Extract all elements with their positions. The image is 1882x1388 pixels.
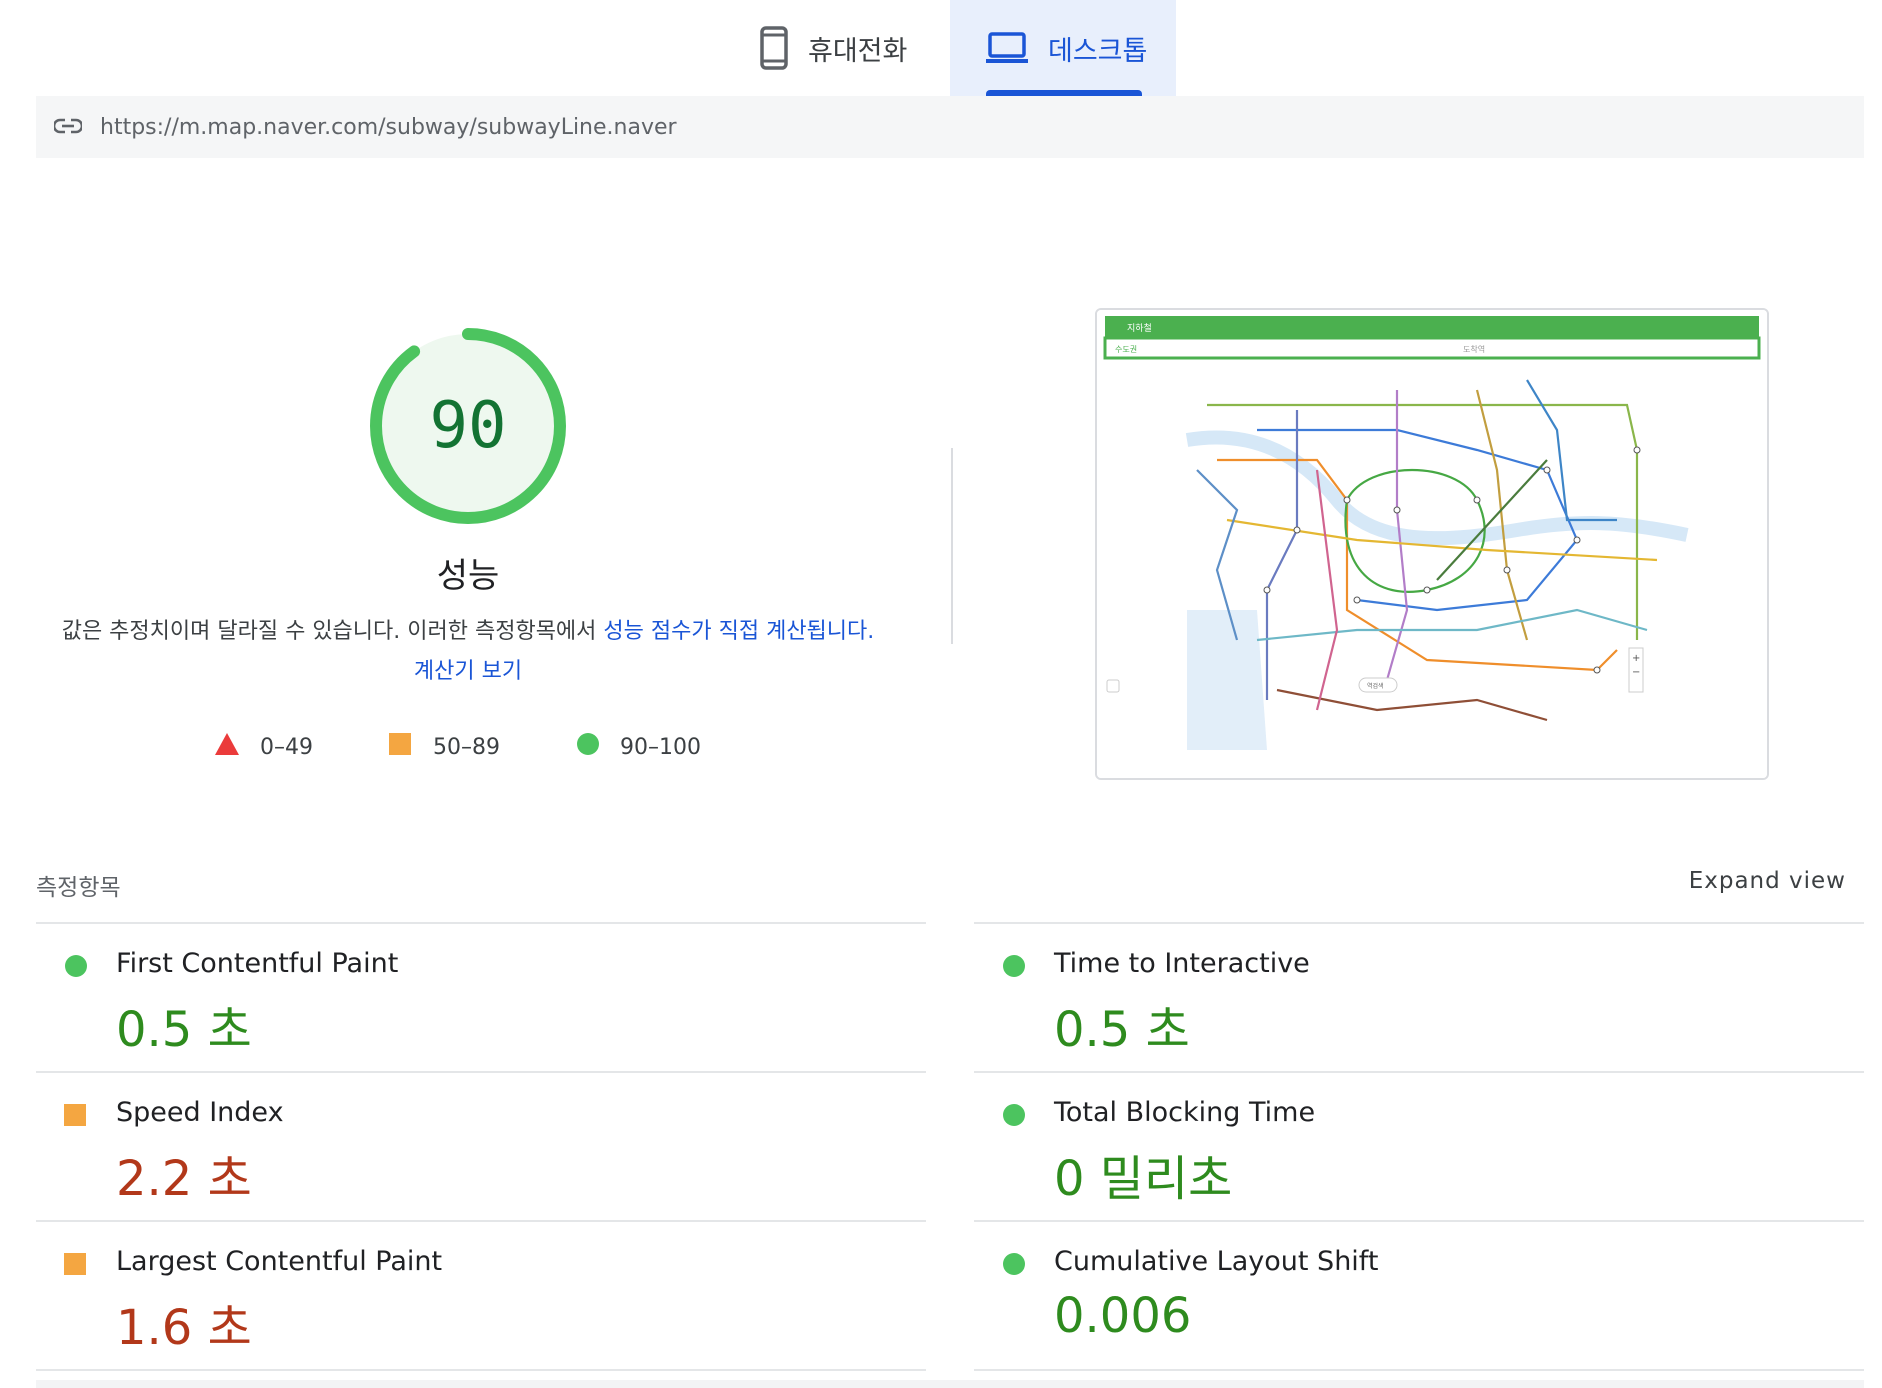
subway-map-screenshot: 지하철 수도권 도착역 + − 역검색 [1097, 310, 1767, 778]
tab-mobile-label: 휴대전화 [808, 35, 908, 67]
analyzed-url[interactable]: https://m.map.naver.com/subway/subwayLin… [100, 115, 677, 140]
bottom-strip [36, 1380, 1864, 1388]
legend-item-poor: 0–49 [214, 732, 313, 762]
triangle-icon [214, 732, 240, 762]
score-calculation-link-end[interactable]: . [867, 619, 874, 644]
tab-desktop-label: 데스크톱 [1048, 35, 1148, 67]
thumb-header [1105, 316, 1759, 338]
thumb-search-button: 역검색 [1367, 682, 1384, 690]
legend-item-good: 90–100 [576, 732, 701, 762]
metric-first-contentful-paint: First Contentful Paint 0.5 초 [36, 922, 926, 1071]
metric-value: 0 밀리초 [1054, 1151, 1233, 1207]
metric-label: Time to Interactive [1054, 948, 1310, 979]
metric-value: 0.5 초 [116, 1002, 252, 1058]
score-value: 90 [429, 389, 507, 463]
section-divider [951, 448, 953, 644]
metric-speed-index: Speed Index 2.2 초 [36, 1071, 926, 1220]
svg-text:−: − [1632, 667, 1640, 678]
square-icon [389, 732, 413, 762]
metric-value: 1.6 초 [116, 1300, 252, 1356]
metric-total-blocking-time: Total Blocking Time 0 밀리초 [974, 1071, 1864, 1220]
metric-cumulative-layout-shift: Cumulative Layout Shift 0.006 [974, 1220, 1864, 1371]
metrics-column-right: Time to Interactive 0.5 초 Total Blocking… [974, 922, 1864, 1371]
thumb-search-from: 수도권 [1115, 344, 1137, 354]
description-text: 값은 추정치이며 달라질 수 있습니다. 이러한 측정항목에서 [61, 619, 604, 644]
final-screenshot-thumbnail: 지하철 수도권 도착역 + − 역검색 [1095, 308, 1769, 780]
score-calculation-link[interactable]: 성능 점수가 직접 계산됩니다 [603, 619, 867, 644]
thumb-sea [1187, 610, 1267, 750]
thumb-search-to: 도착역 [1463, 344, 1485, 354]
metric-label: Largest Contentful Paint [116, 1246, 443, 1277]
metric-value: 0.006 [1054, 1288, 1192, 1344]
metrics-column-left: First Contentful Paint 0.5 초 Speed Index… [36, 922, 926, 1371]
score-legend: 0–49 50–89 90–100 [214, 732, 701, 762]
performance-score-gauge: 90 [368, 326, 568, 526]
score-title: 성능 [436, 556, 500, 596]
pass-circle-icon [64, 954, 88, 982]
calculator-link[interactable]: 계산기 보기 [414, 659, 522, 684]
legend-label-good: 90–100 [620, 734, 701, 760]
tab-mobile[interactable]: 휴대전화 [760, 0, 960, 96]
legend-label-poor: 0–49 [260, 734, 313, 760]
legend-item-average: 50–89 [389, 732, 500, 762]
metrics-title: 측정항목 [36, 875, 121, 901]
device-tabs: 휴대전화 데스크톱 [0, 0, 1882, 96]
average-square-icon [64, 1252, 88, 1280]
metrics-header: 측정항목 Expand view [36, 868, 1864, 904]
metric-time-to-interactive: Time to Interactive 0.5 초 [974, 922, 1864, 1071]
tab-desktop[interactable]: 데스크톱 [950, 0, 1176, 96]
pagespeed-report: 휴대전화 데스크톱 https://m.map.naver.com/subway… [0, 0, 1882, 1388]
pass-circle-icon [1002, 1252, 1026, 1280]
metric-label: Speed Index [116, 1097, 284, 1128]
metric-largest-contentful-paint: Largest Contentful Paint 1.6 초 [36, 1220, 926, 1371]
link-icon [52, 115, 84, 140]
legend-label-average: 50–89 [433, 734, 500, 760]
metric-label: Cumulative Layout Shift [1054, 1246, 1379, 1277]
svg-text:+: + [1632, 653, 1640, 664]
metric-value: 2.2 초 [116, 1151, 252, 1207]
metric-value: 0.5 초 [1054, 1002, 1190, 1058]
metric-label: Total Blocking Time [1054, 1097, 1316, 1128]
circle-icon [576, 732, 600, 762]
expand-view-toggle[interactable]: Expand view [1689, 868, 1846, 894]
metric-label: First Contentful Paint [116, 948, 399, 979]
laptop-icon [986, 31, 1028, 65]
smartphone-icon [760, 26, 788, 70]
average-square-icon [64, 1103, 88, 1131]
score-description: 값은 추정치이며 달라질 수 있습니다. 이러한 측정항목에서 성능 점수가 직… [60, 612, 876, 692]
pass-circle-icon [1002, 954, 1026, 982]
pass-circle-icon [1002, 1103, 1026, 1131]
analyzed-url-bar: https://m.map.naver.com/subway/subwayLin… [36, 96, 1864, 158]
thumb-header-title: 지하철 [1127, 323, 1152, 334]
